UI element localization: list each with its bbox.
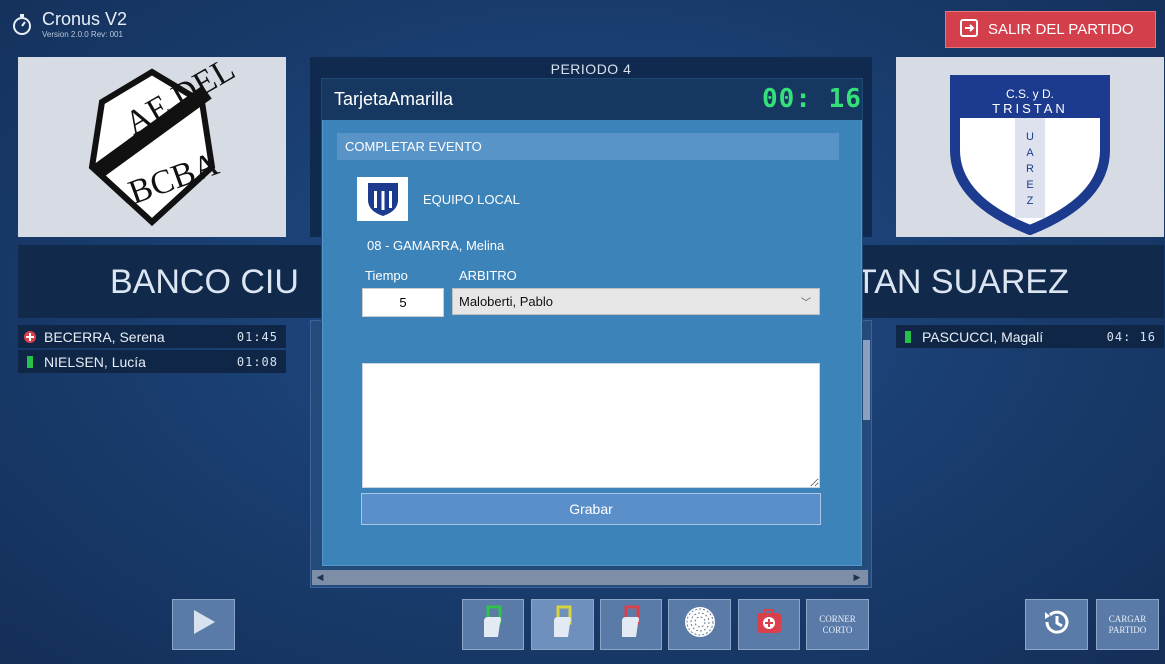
scroll-left-icon[interactable]: ◀ xyxy=(313,571,327,584)
sanction-player: PASCUCCI, Magalí xyxy=(922,328,1044,345)
svg-text:E: E xyxy=(1026,179,1033,191)
yellow-card-button[interactable] xyxy=(531,599,594,650)
sanction-time: 01:08 xyxy=(236,354,278,369)
red-plus-icon xyxy=(24,330,36,343)
away-sanction-item: PASCUCCI, Magalí 04: 16 xyxy=(896,325,1164,348)
svg-text:TRISTAN: TRISTAN xyxy=(992,101,1068,116)
corner-label-line1: CORNER xyxy=(819,613,856,624)
home-team-logo: AE DEL BCBA xyxy=(18,57,286,237)
svg-text:Z: Z xyxy=(1027,195,1034,207)
event-list-horizontal-scrollbar[interactable] xyxy=(312,570,868,585)
sanction-time: 04: 16 xyxy=(1106,329,1156,344)
away-team-name: TAN SUAREZ xyxy=(856,263,1069,301)
home-sanction-item: BECERRA, Serena 01:45 xyxy=(18,325,286,348)
green-card-icon xyxy=(27,355,33,368)
period-label: PERIODO 4 xyxy=(550,61,632,77)
first-aid-icon xyxy=(756,609,782,640)
goal-button[interactable] xyxy=(668,599,731,650)
svg-text:C.S. y D.: C.S. y D. xyxy=(1006,87,1054,101)
dialog-timer: 00: 16 xyxy=(762,84,862,114)
team-shield-icon xyxy=(357,177,408,221)
green-card-button[interactable] xyxy=(462,599,524,650)
red-card-button[interactable] xyxy=(600,599,662,650)
dialog-title: TarjetaAmarilla xyxy=(334,89,454,109)
sanction-player: BECERRA, Serena xyxy=(44,328,165,345)
arbitro-select[interactable]: Maloberti, Pablo ﹀ xyxy=(452,288,820,315)
history-icon xyxy=(1041,606,1073,643)
home-team-name: BANCO CIU xyxy=(110,263,299,301)
away-team-logo: C.S. y D. TRISTAN U A R E Z xyxy=(896,57,1164,237)
load-match-button[interactable]: CARGAR PARTIDO xyxy=(1096,599,1159,650)
svg-text:U: U xyxy=(1026,131,1034,143)
app-title: Cronus V2 xyxy=(42,9,128,29)
home-sanction-item: NIELSEN, Lucía 01:08 xyxy=(18,350,286,373)
exit-match-button[interactable]: SALIR DEL PARTIDO xyxy=(945,11,1156,48)
load-label-line2: PARTIDO xyxy=(1108,624,1147,635)
yellow-card-hand-icon xyxy=(550,605,576,644)
load-label-line1: CARGAR xyxy=(1108,613,1147,624)
ball-icon xyxy=(684,606,716,643)
sanction-player: NIELSEN, Lucía xyxy=(44,353,146,370)
section-title: COMPLETAR EVENTO xyxy=(345,139,482,154)
team-label: EQUIPO LOCAL xyxy=(423,192,520,207)
svg-text:A: A xyxy=(1026,147,1034,159)
svg-text:R: R xyxy=(1026,163,1034,175)
short-corner-button[interactable]: CORNER CORTO xyxy=(806,599,869,650)
arbitro-label: ARBITRO xyxy=(459,268,517,283)
history-button[interactable] xyxy=(1025,599,1088,650)
play-button[interactable] xyxy=(172,599,235,650)
sanction-time: 01:45 xyxy=(236,329,278,344)
red-card-hand-icon xyxy=(618,605,644,644)
chevron-down-icon: ﹀ xyxy=(801,298,811,309)
tiempo-input[interactable] xyxy=(362,288,444,317)
stopwatch-icon xyxy=(12,13,32,35)
player-label: 08 - GAMARRA, Melina xyxy=(367,238,505,253)
save-button[interactable]: Grabar xyxy=(361,493,821,525)
green-card-icon xyxy=(905,330,911,343)
exit-icon xyxy=(960,18,978,41)
exit-match-label: SALIR DEL PARTIDO xyxy=(988,21,1134,38)
arbitro-selected-value: Maloberti, Pablo xyxy=(459,294,553,309)
event-list-vertical-scrollbar[interactable] xyxy=(862,340,870,420)
tiempo-label: Tiempo xyxy=(365,268,408,283)
scroll-right-icon[interactable]: ▶ xyxy=(850,571,864,584)
notes-textarea[interactable] xyxy=(362,363,820,488)
app-version: Version 2.0.0 Rev: 001 xyxy=(42,30,123,39)
corner-label-line2: CORTO xyxy=(822,624,853,635)
medical-button[interactable] xyxy=(738,599,800,650)
green-card-hand-icon xyxy=(480,605,506,644)
play-icon xyxy=(191,608,217,641)
